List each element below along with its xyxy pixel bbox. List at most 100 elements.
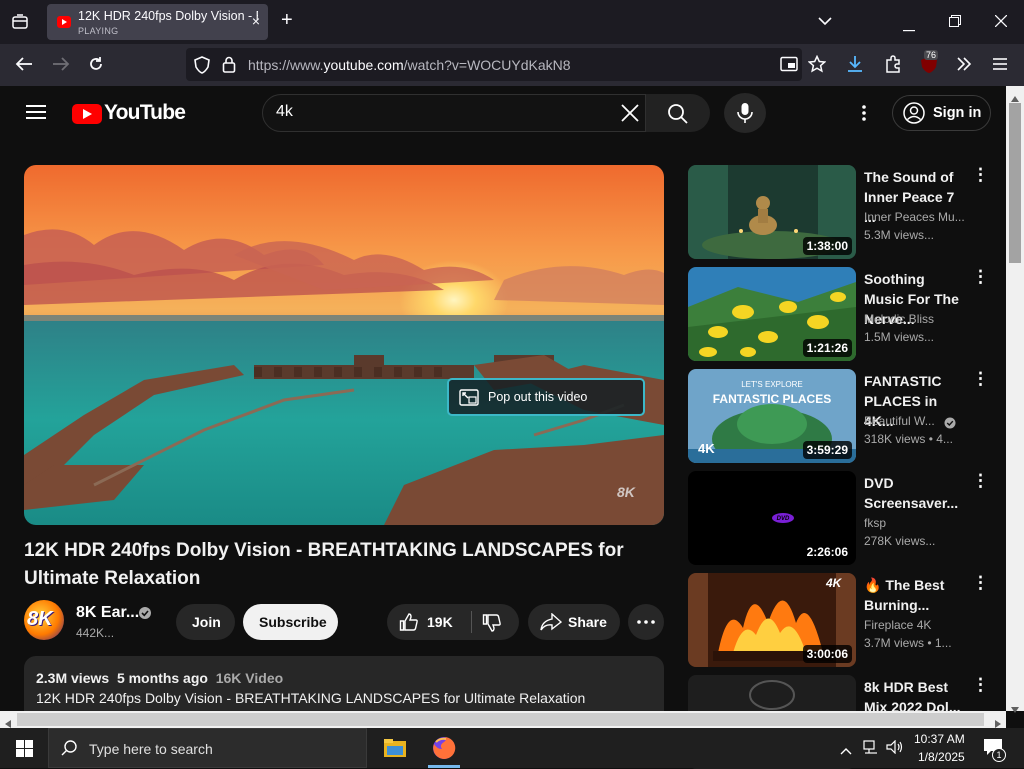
recommendation-channel[interactable]: Fireplace 4K [864, 618, 931, 632]
bookmark-star-icon[interactable] [807, 54, 827, 77]
windows-start-icon[interactable] [16, 740, 33, 762]
recommendation-title[interactable]: DVD Screensaver... [864, 473, 964, 513]
account-circle-icon [903, 102, 925, 124]
recommendation-views: 5.3M views... [864, 228, 935, 242]
join-button[interactable]: Join [176, 604, 235, 640]
channel-name[interactable]: 8K Ear... [76, 604, 139, 622]
dvd-logo-text: DVD [777, 516, 790, 522]
recommendation-item[interactable]: 1:38:00 The Sound of Inner Peace 7 ... I… [688, 165, 989, 259]
more-horizontal-icon [637, 620, 655, 624]
recommendation-item[interactable]: 1:21:26 Soothing Music For The Nerve... … [688, 267, 989, 361]
duration-badge: 2:26:06 [802, 543, 852, 561]
recommendation-thumbnail[interactable]: LET'S EXPLORE FANTASTIC PLACES 4K 3:59:2… [688, 369, 856, 463]
thumbs-up-icon[interactable] [399, 612, 419, 632]
picture-in-picture-icon[interactable] [780, 56, 798, 76]
share-label: Share [568, 614, 607, 630]
more-vertical-icon[interactable]: ⋮ [972, 268, 989, 285]
channel-avatar[interactable]: 8K [24, 600, 64, 640]
popout-label: Pop out this video [488, 390, 588, 404]
shield-icon[interactable] [194, 56, 210, 78]
upload-age: 5 months ago [116, 670, 208, 686]
more-vertical-icon[interactable]: ⋮ [972, 166, 989, 183]
recommendation-item[interactable]: LET'S EXPLORE FANTASTIC PLACES 4K 3:59:2… [688, 369, 989, 463]
close-window-icon[interactable] [994, 14, 1008, 31]
thumb-line-1: LET'S EXPLORE [741, 380, 803, 389]
lock-icon[interactable] [222, 56, 236, 78]
more-actions-button[interactable] [628, 604, 664, 640]
scroll-down-arrow-icon[interactable] [1011, 700, 1019, 718]
recommendation-thumbnail[interactable]: DVD 2:26:06 [688, 471, 856, 565]
youtube-logo-icon[interactable] [72, 104, 102, 124]
tab-title: 12K HDR 240fps Dolby Vision - B [78, 9, 258, 23]
settings-more-icon[interactable] [861, 104, 867, 127]
sign-in-button[interactable]: Sign in [892, 95, 991, 131]
more-vertical-icon[interactable]: ⋮ [972, 370, 989, 387]
back-arrow-icon[interactable] [15, 56, 33, 76]
pop-out-video-button[interactable]: Pop out this video [447, 378, 645, 416]
recommendation-channel[interactable]: Inner Peaces Mu... [864, 210, 965, 224]
like-count[interactable]: 19K [427, 614, 453, 630]
show-hidden-icons-chevron-icon[interactable] [840, 742, 852, 760]
app-menu-icon[interactable] [992, 57, 1008, 75]
recommendation-views: 3.7M views • 1... [864, 636, 952, 650]
recommendation-thumbnail[interactable]: 4K 3:00:06 [688, 573, 856, 667]
clear-search-icon[interactable] [621, 104, 639, 127]
thumb-4k-badge: 4K [698, 441, 715, 456]
join-label: Join [192, 614, 221, 630]
recommendation-channel[interactable]: fksp [864, 516, 886, 530]
like-divider [471, 611, 472, 633]
recommendation-item[interactable]: DVD 2:26:06 DVD Screensaver... fksp 278K… [688, 471, 989, 565]
search-button[interactable] [646, 94, 710, 132]
thumbs-down-icon[interactable] [482, 613, 502, 633]
downloads-icon[interactable] [847, 55, 863, 77]
popout-icon [459, 389, 479, 406]
volume-icon[interactable] [886, 739, 904, 759]
notification-count-badge: 1 [992, 748, 1006, 762]
more-vertical-icon[interactable]: ⋮ [972, 574, 989, 591]
voice-search-button[interactable] [724, 93, 766, 133]
url-text[interactable]: https://www.youtube.com/watch?v=WOCUYdKa… [248, 57, 571, 73]
share-button[interactable]: Share [528, 604, 620, 640]
taskbar-search-placeholder: Type here to search [89, 741, 213, 757]
guide-menu-icon[interactable] [26, 104, 46, 125]
list-all-tabs-icon[interactable] [818, 14, 832, 30]
more-vertical-icon[interactable]: ⋮ [972, 472, 989, 489]
taskbar-search-box[interactable]: Type here to search [48, 728, 367, 768]
vertical-scroll-thumb[interactable] [1009, 103, 1021, 263]
new-tab-button[interactable]: + [281, 10, 293, 30]
browser-tab[interactable]: 12K HDR 240fps Dolby Vision - B PLAYING … [47, 4, 268, 40]
minimize-window-icon[interactable] [903, 20, 915, 36]
recommendation-item[interactable]: 4K 3:00:06 🔥 The Best Burning... Firepla… [688, 573, 989, 667]
youtube-favicon-icon [57, 16, 71, 28]
video-frame-image: 8K [24, 165, 664, 525]
sign-in-label: Sign in [933, 105, 982, 121]
video-watermark: 8K [617, 484, 636, 500]
forward-arrow-icon[interactable] [52, 56, 70, 76]
recommendation-thumbnail[interactable]: 1:38:00 [688, 165, 856, 259]
video-player[interactable]: 8K [24, 165, 664, 525]
more-vertical-icon[interactable]: ⋮ [972, 676, 989, 693]
search-input[interactable] [276, 103, 596, 121]
file-explorer-icon[interactable] [384, 738, 406, 763]
tab-list-icon[interactable] [11, 14, 29, 34]
overflow-chevrons-icon[interactable] [956, 57, 972, 75]
recommendation-channel[interactable]: Melodic Bliss [864, 312, 934, 326]
restore-window-icon[interactable] [949, 15, 961, 31]
reload-icon[interactable] [88, 56, 104, 76]
horizontal-scroll-thumb[interactable] [17, 713, 984, 726]
search-icon [668, 104, 688, 124]
search-icon [61, 740, 77, 756]
youtube-logo-text[interactable]: YouTube [104, 101, 186, 125]
video-tag[interactable]: 16K Video [216, 670, 283, 686]
firefox-icon[interactable] [432, 736, 456, 765]
subscribe-label: Subscribe [259, 614, 327, 630]
extensions-puzzle-icon[interactable] [884, 55, 902, 77]
subscribe-button[interactable]: Subscribe [243, 604, 338, 640]
tab-close-button[interactable]: × [252, 13, 260, 29]
recommendation-title[interactable]: 🔥 The Best Burning... [864, 575, 964, 615]
clock-time[interactable]: 10:37 AM [914, 732, 965, 746]
clock-date[interactable]: 1/8/2025 [918, 750, 965, 764]
recommendation-thumbnail[interactable]: 1:21:26 [688, 267, 856, 361]
network-icon[interactable] [863, 740, 879, 759]
recommendation-channel[interactable]: Beautiful W... [864, 414, 935, 428]
